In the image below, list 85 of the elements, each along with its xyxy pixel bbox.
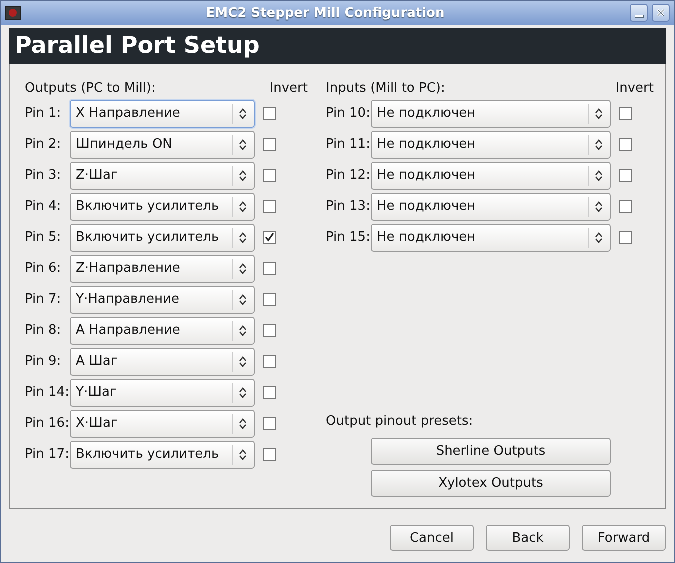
signal-dropdown[interactable]: X Направление	[70, 100, 255, 128]
pin-label: Pin 9:	[25, 354, 62, 369]
close-button[interactable]	[652, 4, 670, 22]
invert-checkbox[interactable]	[263, 355, 276, 368]
signal-dropdown[interactable]: Не подключен	[371, 130, 611, 158]
column-heading: Invert	[270, 80, 308, 96]
dialog-button[interactable]: Forward	[582, 525, 666, 551]
signal-dropdown[interactable]: Y·Направление	[70, 286, 255, 314]
column-heading: Invert	[616, 80, 654, 96]
spinner-arrows-icon	[595, 232, 603, 244]
pin-label: Pin 7:	[25, 292, 62, 307]
invert-checkbox[interactable]	[263, 200, 276, 213]
invert-checkbox[interactable]	[619, 138, 632, 151]
signal-dropdown[interactable]: Не подключен	[371, 224, 611, 252]
spinner-arrows-icon	[239, 262, 247, 274]
spinner-arrows-icon	[239, 232, 247, 244]
pin-label: Pin 4:	[25, 199, 62, 214]
close-icon	[656, 8, 666, 18]
signal-dropdown[interactable]: Не подключен	[371, 100, 611, 128]
signal-dropdown[interactable]: Включить усилитель	[70, 440, 255, 468]
invert-checkbox[interactable]	[263, 262, 276, 275]
section-heading: Output pinout presets:	[326, 414, 474, 429]
spinner-arrows-icon	[595, 170, 603, 182]
minimize-icon	[634, 14, 644, 18]
pin-label: Pin 11:	[326, 137, 371, 152]
invert-checkbox[interactable]	[263, 138, 276, 151]
invert-checkbox[interactable]	[619, 200, 632, 213]
pin-label: Pin 10:	[326, 106, 371, 121]
pin-label: Pin 6:	[25, 261, 62, 276]
spinner-arrows-icon	[239, 418, 247, 430]
signal-dropdown[interactable]: Y·Шаг	[70, 378, 255, 406]
spinner-arrows-icon	[595, 200, 603, 212]
preset-button[interactable]: Xylotex Outputs	[371, 470, 611, 497]
section-heading: Outputs (PC to Mill):	[25, 80, 156, 96]
spinner-arrows-icon	[239, 108, 247, 120]
signal-dropdown[interactable]: Включить усилитель	[70, 224, 255, 252]
spinner-arrows-icon	[239, 170, 247, 182]
invert-checkbox[interactable]	[619, 169, 632, 182]
invert-checkbox[interactable]	[619, 231, 632, 244]
spinner-arrows-icon	[239, 448, 247, 460]
signal-dropdown[interactable]: Шпиндель ON	[70, 130, 255, 158]
invert-checkbox[interactable]	[263, 169, 276, 182]
spinner-arrows-icon	[239, 294, 247, 306]
preset-button[interactable]: Sherline Outputs	[371, 438, 611, 465]
signal-dropdown[interactable]: X·Шаг	[70, 410, 255, 438]
invert-checkbox[interactable]	[263, 417, 276, 430]
invert-checkbox[interactable]	[263, 386, 276, 399]
spinner-arrows-icon	[239, 138, 247, 150]
spinner-arrows-icon	[595, 138, 603, 150]
spinner-arrows-icon	[239, 356, 247, 368]
dialog-button[interactable]: Back	[486, 525, 570, 551]
signal-dropdown[interactable]: Не подключен	[371, 162, 611, 190]
pin-label: Pin 14:	[25, 385, 70, 400]
signal-dropdown[interactable]: A Шаг	[70, 348, 255, 376]
spinner-arrows-icon	[239, 324, 247, 336]
signal-dropdown[interactable]: Включить усилитель	[70, 192, 255, 220]
window-title: EMC2 Stepper Mill Configuration	[205, 6, 446, 20]
pin-label: Pin 17:	[25, 447, 70, 462]
minimize-button[interactable]	[630, 4, 648, 22]
section-heading: Inputs (Mill to PC):	[326, 80, 446, 96]
invert-checkbox[interactable]	[619, 107, 632, 120]
invert-checkbox[interactable]	[263, 324, 276, 337]
pin-label: Pin 1:	[25, 106, 62, 121]
invert-checkbox[interactable]	[263, 293, 276, 306]
dialog-button[interactable]: Cancel	[390, 525, 474, 551]
pin-label: Pin 8:	[25, 323, 62, 338]
signal-dropdown[interactable]: Z·Направление	[70, 254, 255, 282]
pin-label: Pin 15:	[326, 230, 371, 245]
app-icon	[5, 6, 21, 20]
invert-checkbox[interactable]	[263, 448, 276, 461]
spinner-arrows-icon	[239, 200, 247, 212]
pin-label: Pin 12:	[326, 168, 371, 183]
signal-dropdown[interactable]: Z·Шаг	[70, 162, 255, 190]
page-header: Parallel Port Setup	[9, 28, 666, 64]
invert-checkbox[interactable]	[263, 107, 276, 120]
pin-label: Pin 3:	[25, 168, 62, 183]
spinner-arrows-icon	[595, 108, 603, 120]
signal-dropdown[interactable]: A Направление	[70, 316, 255, 344]
pin-label: Pin 16:	[25, 416, 70, 431]
invert-checkbox[interactable]	[263, 231, 276, 244]
pin-label: Pin 5:	[25, 230, 62, 245]
signal-dropdown[interactable]: Не подключен	[371, 192, 611, 220]
pin-label: Pin 2:	[25, 137, 62, 152]
pin-label: Pin 13:	[326, 199, 371, 214]
spinner-arrows-icon	[239, 386, 247, 398]
